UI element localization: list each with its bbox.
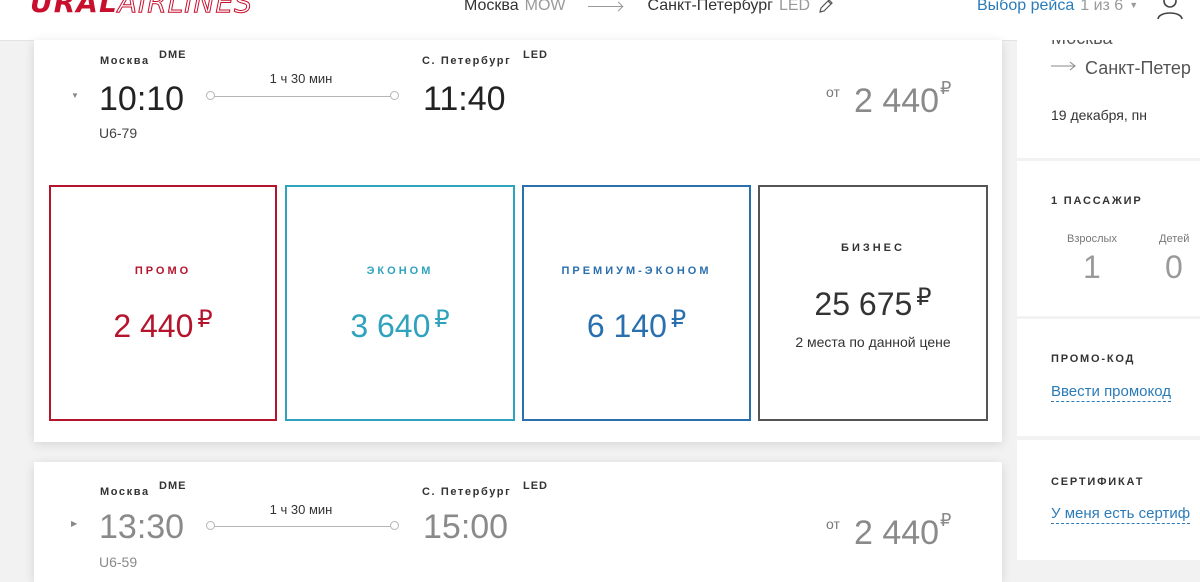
ruble-icon: ₽ [197, 306, 213, 333]
fare-option-business[interactable]: БИЗНЕС 25 675 ₽ 2 места по данной цене [758, 185, 988, 421]
route-to-city: Санкт-Петербург [647, 0, 773, 14]
departure-city: Москва [100, 486, 150, 498]
flight-timeline [206, 521, 399, 530]
arrival-time: 15:00 [423, 508, 509, 546]
sidebar-date: 19 декабря, пн [1051, 107, 1147, 123]
sidebar-to-city-label: Санкт-Петер [1085, 58, 1191, 78]
route-summary-block: Москва Санкт-Петер 19 декабря, пн [1017, 40, 1200, 158]
choose-flight-dropdown[interactable]: Выбор рейса 1 из 6 ▼ [977, 0, 1138, 15]
route-from-code: MOW [524, 0, 566, 14]
flight-number: U6-79 [99, 125, 138, 141]
min-price: 2 440 [854, 514, 940, 552]
timeline-end-dot [390, 521, 399, 530]
arrival-city: С. Петербург [422, 486, 512, 498]
flight-card[interactable]: Москва DME ▼ 10:10 U6-79 1 ч 30 мин С. П… [34, 40, 1002, 442]
arrival-airport-code: LED [523, 49, 548, 61]
fare-option-promo[interactable]: ПРОМО 2 440 ₽ [49, 185, 277, 421]
departure-time: 10:10 [99, 80, 185, 118]
fare-name: ПРЕМИУМ-ЭКОНОМ [561, 265, 712, 277]
price-from-label: от [826, 516, 840, 532]
promo-code-block: ПРОМО-КОД Ввести промокод [1017, 319, 1200, 436]
fare-price-value: 6 140 [586, 308, 667, 344]
user-icon[interactable] [1156, 0, 1184, 20]
ruble-icon: ₽ [670, 306, 687, 333]
certificate-block: СЕРТИФИКАТ У меня есть сертиф [1017, 440, 1200, 560]
certificate-link[interactable]: У меня есть сертиф [1051, 505, 1191, 524]
fare-option-premium-econom[interactable]: ПРЕМИУМ-ЭКОНОМ 6 140 ₽ [522, 185, 751, 421]
ruble-icon: ₽ [940, 78, 952, 98]
fare-price: 25 675 ₽ [760, 283, 986, 323]
flight-duration: 1 ч 30 мин [269, 502, 333, 517]
ruble-icon: ₽ [940, 510, 952, 530]
ural-airlines-logo[interactable]: URALAIRLINES [30, 0, 253, 20]
min-price: 2 440 [854, 82, 940, 120]
fare-price-value: 3 640 [350, 308, 431, 344]
logo-light-text: AIRLINES [117, 0, 253, 20]
ruble-icon: ₽ [434, 306, 450, 333]
choose-flight-count: 1 из 6 [1080, 0, 1124, 14]
departure-airport-code: DME [159, 49, 187, 61]
choose-flight-label: Выбор рейса [977, 0, 1075, 14]
top-header: URALAIRLINES Москва MOW Санкт-Петербург … [0, 0, 1200, 41]
passengers-block: 1 ПАССАЖИР Взрослых 1 Детей 0 [1017, 161, 1200, 316]
timeline-end-dot [390, 91, 399, 100]
flight-duration: 1 ч 30 мин [269, 71, 333, 86]
fare-name: ПРОМО [134, 265, 192, 277]
departure-city: Москва [100, 55, 150, 67]
fare-price: 6 140 ₽ [524, 305, 749, 345]
flight-number: U6-59 [99, 554, 138, 570]
adults-label: Взрослых [1067, 233, 1117, 245]
arrival-city: С. Петербург [422, 55, 512, 67]
chevron-down-icon: ▼ [1129, 0, 1139, 10]
fare-name: ЭКОНОМ [366, 265, 434, 277]
promo-code-title: ПРОМО-КОД [1051, 353, 1136, 365]
logo-bold-text: URAL [30, 0, 118, 19]
pencil-icon[interactable] [818, 0, 834, 14]
certificate-title: СЕРТИФИКАТ [1051, 476, 1145, 488]
fare-name: БИЗНЕС [841, 242, 905, 254]
fare-price: 3 640 ₽ [287, 305, 513, 345]
fare-price-value: 25 675 [814, 286, 913, 322]
enter-promo-code-link[interactable]: Ввести промокод [1051, 383, 1172, 402]
children-label: Детей [1159, 233, 1190, 245]
arrival-airport-code: LED [523, 480, 548, 492]
children-count[interactable]: 0 [1165, 249, 1183, 286]
expand-caret-icon[interactable]: ▶ [71, 519, 77, 528]
fare-price-value: 2 440 [113, 308, 194, 344]
price-from-label: от [826, 84, 840, 100]
route-to-code: LED [778, 0, 811, 14]
timeline-start-dot [206, 91, 215, 100]
arrow-right-icon [1051, 61, 1076, 71]
departure-airport-code: DME [159, 480, 187, 492]
arrival-time: 11:40 [423, 80, 506, 118]
fare-option-econom[interactable]: ЭКОНОМ 3 640 ₽ [285, 185, 515, 421]
expand-caret-icon[interactable]: ▼ [71, 91, 79, 100]
booking-summary-sidebar: Москва Санкт-Петер 19 декабря, пн 1 ПАСС… [1017, 40, 1200, 566]
route-arrow-icon [587, 5, 622, 7]
sidebar-to-city: Санкт-Петер [1051, 58, 1191, 79]
flight-timeline [206, 91, 399, 100]
route-from-city: Москва [464, 0, 519, 14]
fare-price: 2 440 ₽ [51, 305, 275, 345]
route-summary[interactable]: Москва MOW Санкт-Петербург LED [464, 0, 834, 15]
passengers-title: 1 ПАССАЖИР [1051, 195, 1143, 207]
ruble-icon: ₽ [916, 284, 932, 311]
seats-availability-note: 2 места по данной цене [795, 334, 951, 350]
adults-count[interactable]: 1 [1083, 249, 1101, 286]
flight-card[interactable]: Москва DME ▶ 13:30 U6-59 1 ч 30 мин С. П… [34, 462, 1002, 582]
departure-time: 13:30 [99, 508, 185, 546]
sidebar-from-city: Москва [1051, 40, 1112, 49]
timeline-start-dot [206, 521, 215, 530]
